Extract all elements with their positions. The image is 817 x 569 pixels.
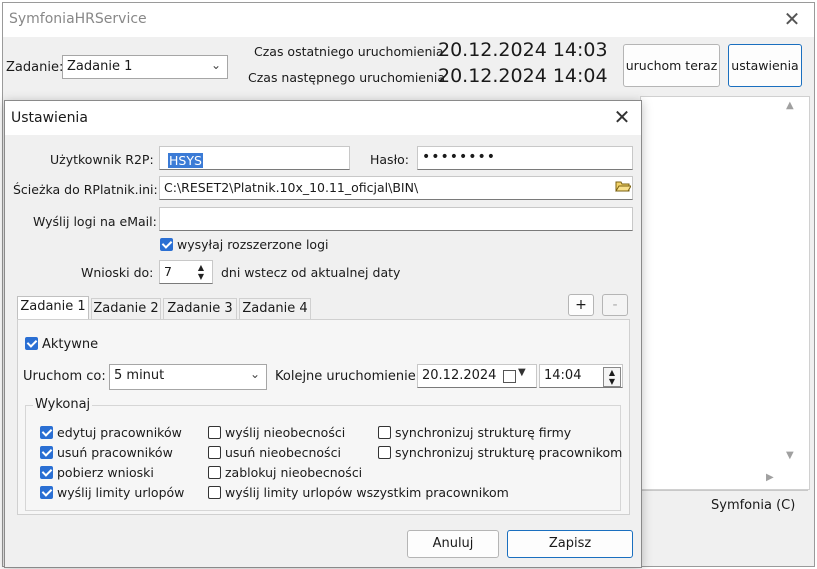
cancel-button[interactable]: Anuluj	[407, 530, 499, 558]
next-launch-label: Kolejne uruchomienie:	[275, 369, 421, 384]
sync-company-structure-checkbox[interactable]	[378, 426, 391, 439]
spin-updown-icon[interactable]: ▲ ▼	[193, 263, 209, 281]
tab-zadanie-3[interactable]: Zadanie 3	[163, 298, 237, 320]
email-field[interactable]	[159, 207, 633, 231]
send-leave-limits-label: wyślij limity urlopów	[57, 485, 185, 500]
send-absences-checkbox[interactable]	[208, 426, 221, 439]
extended-logs-checkbox[interactable]	[160, 238, 173, 251]
requests-days-value: 7	[164, 264, 172, 279]
path-label: Ścieżka do RPlatnik.ini:	[13, 182, 158, 197]
chevron-down-icon: ⌄	[210, 58, 221, 72]
send-absences-label: wyślij nieobecności	[225, 425, 346, 440]
active-checkbox[interactable]	[25, 337, 38, 350]
folder-icon[interactable]	[615, 179, 631, 193]
dialog-title: Ustawienia	[11, 110, 88, 126]
settings-button[interactable]: ustawienia	[728, 44, 802, 87]
tab-zadanie-4[interactable]: Zadanie 4	[239, 298, 311, 320]
close-icon[interactable]: ✕	[609, 105, 635, 129]
next-launch-time-value: 14:04	[544, 368, 582, 383]
task-label: Zadanie:	[6, 60, 64, 75]
next-run-label: Czas następnego uruchomienia	[248, 70, 446, 85]
delete-absences-checkbox[interactable]	[208, 446, 221, 459]
chevron-down-icon[interactable]: ▼	[518, 367, 526, 378]
chevron-down-icon: ⌄	[249, 367, 260, 381]
last-run-value: 20.12.2024 14:03	[438, 39, 608, 61]
run-now-button[interactable]: uruchom teraz	[623, 44, 720, 87]
interval-select-value: 5 minut	[114, 368, 165, 383]
settings-dialog: Ustawienia ✕ Użytkownik R2P: HSYS Hasło:…	[4, 100, 642, 568]
close-icon[interactable]: ✕	[779, 7, 805, 31]
requests-suffix: dni wstecz od aktualnej daty	[221, 265, 401, 280]
last-run-label: Czas ostatniego uruchomienia	[254, 44, 444, 59]
spin-updown-icon[interactable]: ▲ ▼	[603, 367, 621, 387]
requests-label: Wnioski do:	[81, 265, 154, 280]
delete-employees-checkbox[interactable]	[40, 446, 53, 459]
sync-employee-structure-checkbox[interactable]	[378, 446, 391, 459]
edit-employees-label: edytuj pracowników	[57, 425, 182, 440]
task-select[interactable]: Zadanie 1 ⌄	[62, 55, 228, 79]
calendar-icon[interactable]	[503, 370, 516, 383]
task-select-value: Zadanie 1	[67, 59, 133, 74]
get-requests-label: pobierz wnioski	[57, 465, 154, 480]
lock-absences-label: zablokuj nieobecności	[225, 465, 363, 480]
path-field-value: C:\RESET2\Platnik.10x_10.11_oficjal\BIN\	[164, 180, 419, 195]
scroll-up-icon[interactable]: ▲	[786, 100, 794, 111]
scroll-right-icon[interactable]: ▶	[766, 472, 774, 483]
dialog-titlebar: Ustawienia ✕	[5, 101, 641, 135]
add-tab-button[interactable]: +	[568, 294, 594, 316]
sync-company-structure-label: synchronizuj strukturę firmy	[395, 425, 572, 440]
tab-zadanie-2[interactable]: Zadanie 2	[91, 298, 161, 320]
lock-absences-checkbox[interactable]	[208, 466, 221, 479]
log-panel[interactable]	[640, 96, 810, 490]
delete-employees-label: usuń pracowników	[57, 445, 173, 460]
next-run-value: 20.12.2024 14:04	[438, 65, 608, 87]
send-leave-limits-checkbox[interactable]	[40, 486, 53, 499]
user-label: Użytkownik R2P:	[50, 152, 154, 167]
main-titlebar: SymfoniaHRService ✕	[3, 3, 814, 37]
user-field-value: HSYS	[168, 153, 203, 168]
edit-employees-checkbox[interactable]	[40, 426, 53, 439]
remove-tab-button[interactable]: -	[602, 294, 628, 316]
save-button[interactable]: Zapisz	[507, 530, 633, 558]
active-label: Aktywne	[42, 337, 99, 352]
tab-zadanie-1[interactable]: Zadanie 1	[17, 296, 89, 320]
password-field[interactable]: ••••••••	[417, 146, 633, 170]
extended-logs-label: wysyłaj rozszerzone logi	[177, 237, 329, 252]
password-label: Hasło:	[370, 152, 409, 167]
run-every-label: Uruchom co:	[23, 369, 106, 384]
window-title: SymfoniaHRService	[9, 11, 147, 27]
path-field[interactable]: C:\RESET2\Platnik.10x_10.11_oficjal\BIN\	[159, 176, 633, 200]
interval-select[interactable]: 5 minut ⌄	[109, 364, 267, 390]
next-launch-date-value: 20.12.2024	[422, 368, 497, 383]
delete-absences-label: usuń nieobecności	[225, 445, 341, 460]
send-limits-all-label: wyślij limity urlopów wszystkim pracowni…	[225, 485, 509, 500]
status-text: Symfonia (C)	[711, 498, 796, 513]
execute-group-label: Wykonaj	[33, 397, 93, 412]
email-label: Wyślij logi na eMail:	[33, 214, 157, 229]
password-field-value: ••••••••	[422, 149, 497, 165]
send-limits-all-checkbox[interactable]	[208, 486, 221, 499]
get-requests-checkbox[interactable]	[40, 466, 53, 479]
sync-employee-structure-label: synchronizuj strukturę pracownikom	[395, 445, 623, 460]
scroll-down-icon[interactable]: ▼	[786, 450, 794, 461]
user-field[interactable]: HSYS	[159, 146, 350, 170]
